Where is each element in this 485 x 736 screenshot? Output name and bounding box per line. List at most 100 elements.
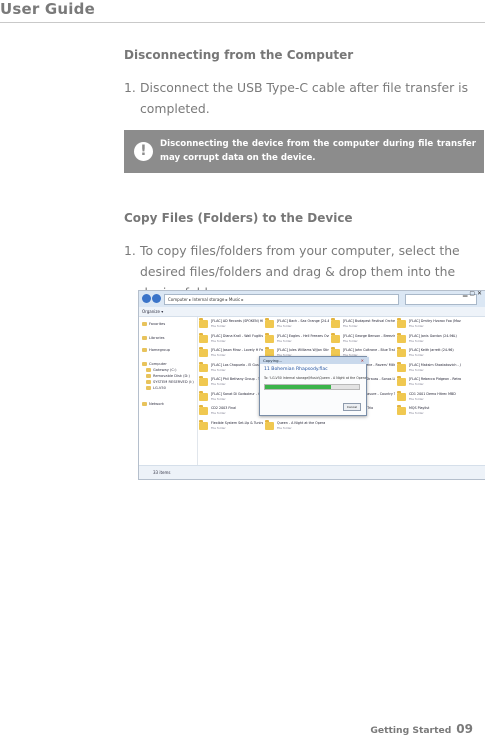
disconnect-step: 1. Disconnect the USB Type-C cable after… bbox=[124, 77, 484, 119]
folder-item: [FLAC] Phil Bethany Group - The Kratos A… bbox=[199, 376, 263, 389]
explorer-titlebar: Computer ▸ Internal storage ▸ Music ▸ ▁ … bbox=[139, 291, 485, 307]
window-buttons-icon: ▁ ▢ ✕ bbox=[462, 290, 482, 297]
warning-text: Disconnecting the device from the comput… bbox=[160, 137, 476, 165]
folder-name: MQS Playlist bbox=[409, 406, 430, 410]
folder-type: File folder bbox=[211, 411, 226, 415]
exclamation-icon: ! bbox=[134, 142, 153, 161]
folder-item: [FLAC] Eagles - Hell Freezes Over (24-44… bbox=[265, 332, 329, 346]
folder-item: [FLAC] Jason Mraz - Lovely H Free Love H… bbox=[199, 347, 263, 360]
folder-name: [FLAC] George Benson - Breezin' (Warner … bbox=[343, 333, 395, 338]
nav-item: Network bbox=[141, 402, 165, 406]
warning-callout: ! Disconnecting the device from the comp… bbox=[124, 130, 484, 173]
folder-type: File folder bbox=[409, 338, 424, 343]
step-text: Disconnect the USB Type-C cable after fi… bbox=[140, 80, 469, 116]
nav-item: Libraries bbox=[142, 336, 165, 340]
step-number: 1. bbox=[124, 243, 136, 258]
folder-item: MQS Playlist File folder bbox=[397, 405, 461, 418]
folder-type: File folder bbox=[211, 425, 226, 430]
back-icon bbox=[142, 294, 151, 303]
folder-item: [FLAC] Los Chapuelo - El Gusto Records 0… bbox=[199, 361, 263, 375]
warning-line-2: may corrupt data on the device. bbox=[160, 153, 316, 163]
section-heading-disconnect: Disconnecting from the Computer bbox=[124, 48, 354, 62]
folder-icon bbox=[199, 390, 208, 401]
header-divider bbox=[0, 22, 485, 23]
folder-type: File folder bbox=[277, 425, 292, 430]
folder-name: [FLAC] Sonat Di Godsoleur - Greatest Hit… bbox=[211, 391, 263, 396]
folder-type: File folder bbox=[409, 324, 424, 328]
folder-name: CD2 2003 Final bbox=[211, 406, 237, 410]
folder-item: [FLAC] Sonat Di Godsoleur - Greatest Hit… bbox=[199, 390, 263, 404]
folder-icon bbox=[199, 376, 208, 386]
close-icon: ✕ bbox=[360, 358, 364, 363]
folder-name: CD1 2001 Demo Hitrec MBD bbox=[409, 391, 456, 396]
folder-icon bbox=[199, 405, 208, 415]
progress-fill bbox=[265, 385, 331, 389]
folder-name: [FLAC] Eagles - Hell Freezes Over (24-44… bbox=[277, 333, 329, 338]
folder-name: [FLAC] Jules Williams W/Jan Stini (24-96… bbox=[277, 348, 329, 352]
folder-icon bbox=[397, 376, 406, 386]
step-number: 1. bbox=[124, 80, 136, 95]
folder-name: [FLAC] Janis Gordon (24-96L) bbox=[409, 333, 457, 338]
folder-icon bbox=[397, 361, 406, 372]
folder-item: Queen - A Night at the Opera File folder bbox=[265, 419, 329, 433]
folder-item: [FLAC] Dmitry Hvorov Foo (Mozart Diminue… bbox=[397, 318, 461, 331]
explorer-toolbar: Organize ▾ bbox=[139, 307, 485, 317]
folder-type: File folder bbox=[409, 396, 424, 401]
folder-icon bbox=[397, 332, 406, 343]
folder-item: [FLAC] Budapest Festival Orchestra Ivan … bbox=[331, 318, 395, 331]
folder-item: CD2 2003 Final File folder bbox=[199, 405, 263, 418]
folder-icon bbox=[265, 419, 274, 430]
folder-item: [FLAC] George Benson - Breezin' (Warner … bbox=[331, 332, 395, 346]
folder-name: [FLAC] Budapest Festival Orchestra Ivan … bbox=[343, 319, 395, 323]
folder-type: File folder bbox=[409, 353, 424, 357]
folder-type: File folder bbox=[211, 353, 226, 357]
folder-name: [FLAC] Rebecca Pidgeon - Retrospective (… bbox=[409, 377, 461, 381]
folder-icon bbox=[199, 332, 208, 343]
folder-type: File folder bbox=[211, 382, 226, 386]
nav-item: LG-V50 bbox=[146, 386, 166, 390]
folder-type: File folder bbox=[409, 382, 424, 386]
footer-label: Getting Started bbox=[370, 725, 452, 736]
status-bar: 33 items bbox=[139, 465, 485, 479]
folder-type: File folder bbox=[211, 396, 226, 401]
folder-item: [FLAC] AD Records (SPOKEN) HD studio Dem… bbox=[199, 318, 263, 331]
copy-dialog: Copying... ✕ 11 Bohemian Rhapsody.flac T… bbox=[259, 356, 369, 416]
cancel-button: Cancel bbox=[343, 403, 361, 411]
folder-type: File folder bbox=[211, 338, 226, 343]
folder-name: [FLAC] Maksim Shostakovich - J.C. Bach C… bbox=[409, 362, 461, 367]
folder-icon bbox=[199, 318, 208, 328]
folder-item: [FLAC] Keith Jarrett (24-96) File folder bbox=[397, 347, 461, 360]
folder-item: [FLAC] Diana Krall - Wall Fugitive (24-9… bbox=[199, 332, 263, 346]
folder-icon bbox=[265, 318, 274, 328]
folder-type: File folder bbox=[343, 324, 358, 328]
folder-item: [FLAC] Janis Gordon (24-96L) File folder bbox=[397, 332, 461, 346]
folder-icon bbox=[397, 347, 406, 357]
explorer-screenshot: Computer ▸ Internal storage ▸ Music ▸ ▁ … bbox=[138, 290, 485, 480]
folder-type: File folder bbox=[277, 324, 292, 328]
folder-item: CD1 2001 Demo Hitrec MBD File folder bbox=[397, 390, 461, 404]
folder-type: File folder bbox=[409, 411, 424, 415]
section-heading-copy: Copy Files (Folders) to the Device bbox=[124, 211, 353, 225]
page-footer: Getting Started 09 bbox=[370, 722, 473, 736]
nav-item: Favorites bbox=[141, 322, 166, 326]
folder-name: [FLAC] John Coltrane - Blue Train (Class… bbox=[343, 348, 395, 352]
folder-icon bbox=[331, 332, 340, 343]
navigation-pane: Favorites Libraries Homegroup Computer Gatew… bbox=[139, 317, 198, 465]
folder-name: [FLAC] Jason Mraz - Lovely H Free Love H… bbox=[211, 348, 263, 352]
folder-type: File folder bbox=[211, 367, 226, 372]
folder-item: [FLAC] Maksim Shostakovich - J.C. Bach C… bbox=[397, 361, 461, 375]
folder-icon bbox=[199, 347, 208, 357]
folder-type: File folder bbox=[211, 324, 226, 328]
progress-bar bbox=[264, 384, 360, 390]
folder-item: Flexible System Set-Up & Tuning File fold… bbox=[199, 419, 263, 433]
folder-name: [FLAC] AD Records (SPOKEN) HD studio Dem… bbox=[211, 319, 263, 323]
folder-name: Queen - A Night at the Opera bbox=[277, 420, 326, 425]
forward-icon bbox=[152, 294, 161, 303]
dialog-destination: To: 'LG-V50 Internal storage\Music\Queen… bbox=[264, 376, 367, 380]
folder-name: Flexible System Set-Up & Tuning bbox=[211, 420, 263, 425]
folder-type: File folder bbox=[409, 367, 424, 372]
folder-name: [FLAC] Dmitry Hvorov Foo (Mozart Diminue… bbox=[409, 319, 461, 323]
folder-icon bbox=[397, 405, 406, 415]
folder-item: [FLAC] Rebecca Pidgeon - Retrospective (… bbox=[397, 376, 461, 389]
folder-name: [FLAC] Los Chapuelo - El Gusto Records 0… bbox=[211, 362, 263, 367]
